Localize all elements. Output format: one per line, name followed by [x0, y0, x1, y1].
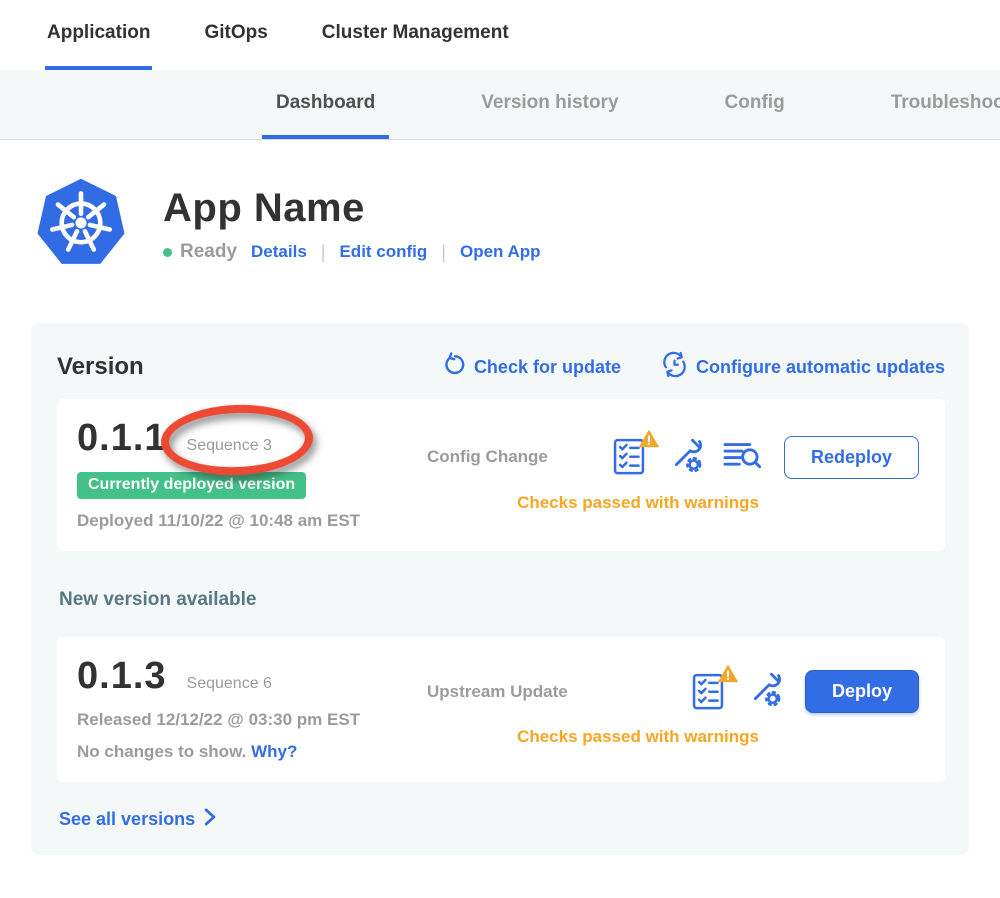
- new-version-heading: New version available: [59, 589, 945, 611]
- preflight-checks-icon[interactable]: [612, 437, 650, 477]
- primary-nav: Application GitOps Cluster Management: [0, 0, 1000, 70]
- warning-triangle-icon: [718, 665, 738, 688]
- current-version-card: 0.1.1 Sequence 3 Currently deployed vers…: [57, 399, 945, 551]
- available-version-card: 0.1.3 Sequence 6 Released 12/12/22 @ 03:…: [57, 637, 945, 782]
- view-files-icon[interactable]: [722, 438, 762, 477]
- edit-config-icon[interactable]: [747, 671, 783, 712]
- status-dot-icon: [163, 248, 172, 257]
- warning-triangle-icon: [639, 430, 659, 453]
- app-header: App Name Ready Details | Edit config | O…: [35, 176, 1000, 273]
- available-version-sequence: Sequence 6: [187, 675, 272, 693]
- released-timestamp: Released 12/12/22 @ 03:30 pm EST: [77, 710, 427, 730]
- divider: |: [441, 242, 446, 263]
- why-link[interactable]: Why?: [251, 742, 297, 761]
- edit-config-link[interactable]: Edit config: [339, 242, 427, 262]
- preflight-checks-icon[interactable]: [691, 672, 729, 712]
- checks-status-text: Checks passed with warnings: [427, 727, 919, 747]
- check-for-update-link[interactable]: Check for update: [441, 352, 621, 382]
- version-section-title: Version: [57, 353, 144, 381]
- tab-version-history[interactable]: Version history: [467, 70, 632, 139]
- version-section: Version Check for update: [31, 323, 969, 855]
- available-version-number: 0.1.3: [77, 655, 167, 698]
- redeploy-button[interactable]: Redeploy: [784, 436, 919, 479]
- tab-config[interactable]: Config: [711, 70, 799, 139]
- open-app-link[interactable]: Open App: [460, 242, 541, 262]
- changes-note: No changes to show. Why?: [77, 742, 427, 762]
- app-sub-nav: Dashboard Version history Config Trouble…: [0, 70, 1000, 140]
- divider: |: [321, 242, 326, 263]
- edit-config-icon[interactable]: [668, 437, 704, 478]
- see-all-versions-link[interactable]: See all versions: [59, 808, 945, 831]
- page-title: App Name: [163, 186, 541, 231]
- current-version-number: 0.1.1: [77, 417, 167, 460]
- details-link[interactable]: Details: [251, 242, 307, 262]
- kubernetes-logo-icon: [35, 176, 127, 273]
- checks-status-text: Checks passed with warnings: [427, 493, 919, 513]
- tab-dashboard[interactable]: Dashboard: [262, 70, 389, 139]
- version-source-label: Upstream Update: [427, 682, 568, 702]
- deploy-button[interactable]: Deploy: [805, 670, 919, 713]
- tab-troubleshoot[interactable]: Troubleshoot: [877, 70, 1000, 139]
- tab-gitops[interactable]: GitOps: [202, 0, 269, 70]
- chevron-right-icon: [203, 808, 217, 831]
- currently-deployed-badge: Currently deployed version: [77, 472, 306, 499]
- version-source-label: Config Change: [427, 447, 548, 467]
- current-version-sequence: Sequence 3: [187, 437, 272, 455]
- auto-update-icon: [661, 351, 688, 383]
- tab-application[interactable]: Application: [45, 0, 152, 70]
- configure-automatic-updates-link[interactable]: Configure automatic updates: [661, 351, 945, 383]
- refresh-icon: [441, 352, 466, 382]
- tab-cluster-management[interactable]: Cluster Management: [320, 0, 511, 70]
- status-badge: Ready: [163, 241, 237, 263]
- deployed-timestamp: Deployed 11/10/22 @ 10:48 am EST: [77, 511, 427, 531]
